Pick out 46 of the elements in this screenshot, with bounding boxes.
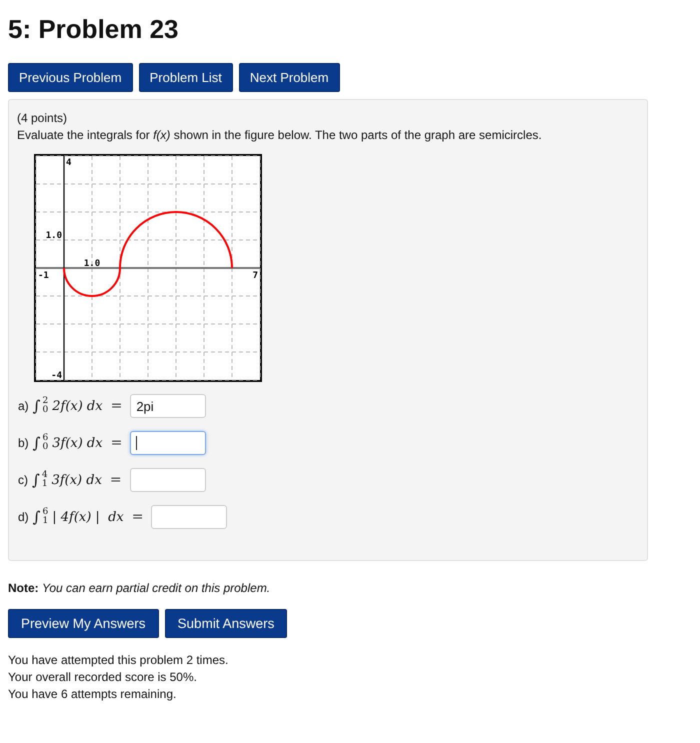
part-label: d) — [18, 510, 29, 524]
note-text: Note: You can earn partial credit on this problem. — [8, 581, 272, 595]
lower-limit: 1 — [42, 480, 48, 489]
integrand: 3f(x) dx — [52, 436, 103, 450]
part-label: a) — [18, 399, 29, 413]
equals-sign: = — [110, 472, 122, 488]
upper-limit: 4 — [42, 471, 48, 480]
upper-limit: 2 — [42, 397, 48, 406]
lower-limit: 1 — [42, 517, 48, 526]
answer-field[interactable] — [151, 505, 228, 529]
integral-sign: ∫ — [32, 471, 40, 489]
nav-button[interactable]: Next Problem — [238, 63, 340, 92]
axis-label: 7 — [252, 271, 258, 281]
axis-label: 1.0 — [46, 231, 62, 241]
equals-sign: = — [110, 435, 122, 451]
lower-limit: 0 — [42, 406, 48, 415]
nav-button[interactable]: Previous Problem — [8, 63, 133, 92]
submit-button[interactable]: Submit Answers — [164, 609, 288, 638]
integrand: | 4f(x) | dx — [52, 510, 124, 524]
axis-label: 1.0 — [84, 259, 100, 269]
axis-label: -4 — [51, 371, 62, 381]
nav-button[interactable]: Problem List — [138, 63, 233, 92]
equals-sign: = — [110, 398, 122, 414]
status-text: You have 6 attempts remaining. — [8, 686, 178, 703]
submit-button[interactable]: Preview My Answers — [8, 609, 159, 638]
integrand: 2f(x) dx — [52, 398, 103, 414]
answer-field[interactable] — [130, 468, 206, 492]
integrand: 3f(x) dx — [52, 472, 102, 488]
status-text: Your overall recorded score is 50%. — [8, 669, 198, 686]
axis-label: 4 — [66, 158, 72, 168]
upper-limit: 6 — [42, 508, 48, 517]
status-text: You have attempted this problem 2 times. — [8, 652, 230, 669]
equals-sign: = — [132, 509, 144, 525]
answer-field[interactable]: 2pi — [130, 394, 206, 418]
lower-limit: 0 — [42, 443, 48, 452]
integral-sign: ∫ — [32, 508, 40, 526]
upper-limit: 6 — [42, 434, 48, 443]
points-text: (4 points) — [17, 110, 68, 127]
axis-label: -1 — [38, 271, 49, 281]
integral-sign: ∫ — [32, 397, 40, 415]
problem-statement: Evaluate the integrals for f(x) shown in the figure below. The two parts of the graph are semicircles. — [17, 127, 543, 144]
part-label: b) — [18, 436, 29, 450]
integral-sign: ∫ — [32, 434, 40, 452]
page-title: 5: Problem 23 — [8, 14, 180, 45]
answer-field[interactable] — [130, 431, 206, 455]
part-label: c) — [18, 473, 28, 487]
